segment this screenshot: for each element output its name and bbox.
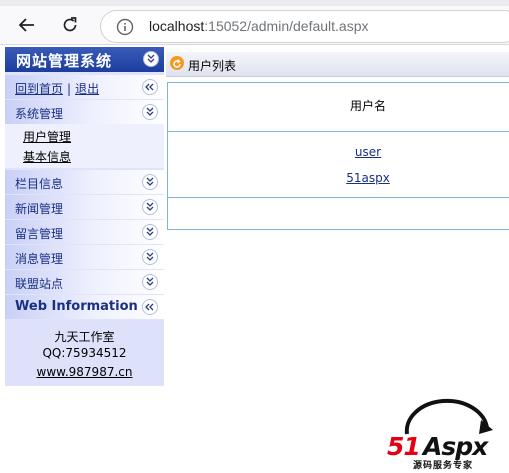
reload-icon — [63, 17, 77, 32]
svg-text:Aspx: Aspx — [421, 432, 489, 461]
back-arrow-icon — [18, 18, 34, 32]
site-info-icon[interactable] — [116, 18, 134, 36]
expand-icon[interactable] — [142, 174, 158, 190]
collapse-up-icon[interactable] — [142, 79, 158, 95]
back-button[interactable] — [14, 12, 40, 38]
web-information-panel: 九天工作室 QQ:75934512 www.987987.cn — [5, 320, 164, 386]
tab-strip-edge — [0, 0, 509, 6]
expand-icon[interactable] — [142, 274, 158, 290]
browser-toolbar: localhost:15052/admin/default.aspx — [0, 0, 509, 45]
submenu-user-management[interactable]: 用户管理 — [23, 128, 71, 145]
section-label: 栏目信息 — [15, 177, 64, 191]
expand-icon[interactable] — [142, 249, 158, 265]
header-divider — [168, 131, 509, 132]
url-text[interactable]: localhost:15052/admin/default.aspx — [149, 18, 369, 34]
sidebar-section-web-information[interactable]: Web Information — [5, 295, 164, 319]
panel-header: 用户列表 — [166, 52, 509, 77]
sidebar-section-system[interactable]: 系统管理 — [5, 100, 164, 124]
logo-tagline: 源码服务专家 — [413, 461, 474, 471]
reload-button[interactable] — [57, 12, 83, 38]
sidebar: 网站管理系统 回到首页 | 退出 系统管理 用户管理 基本信息 栏目信息 新闻管理 … — [5, 47, 164, 386]
url-host: localhost — [149, 18, 205, 34]
table-divider — [168, 197, 509, 198]
sidebar-header: 网站管理系统 — [5, 47, 164, 72]
sidebar-title: 网站管理系统 — [16, 52, 113, 70]
qq-number: QQ:75934512 — [42, 346, 127, 360]
website-link[interactable]: www.987987.cn — [5, 365, 164, 379]
expand-icon[interactable] — [142, 199, 158, 215]
user-link[interactable]: user — [168, 145, 509, 159]
link-separator: | — [67, 82, 72, 96]
sidebar-section-guestbook[interactable]: 留言管理 — [5, 220, 164, 244]
system-submenu: 用户管理 基本信息 — [5, 124, 164, 168]
51aspx-logo: 51 Aspx 源码服务专家 — [385, 398, 509, 471]
section-label: Web Information — [15, 299, 138, 314]
user-link[interactable]: 51aspx — [168, 171, 509, 185]
sidebar-section-affiliates[interactable]: 联盟站点 — [5, 270, 164, 294]
home-link[interactable]: 回到首页 — [15, 82, 63, 96]
expand-icon[interactable] — [142, 104, 158, 120]
sidebar-section-messages[interactable]: 消息管理 — [5, 245, 164, 269]
section-label: 消息管理 — [15, 252, 64, 266]
collapse-all-icon[interactable] — [143, 51, 159, 67]
section-label: 联盟站点 — [15, 277, 64, 291]
column-header-username: 用户名 — [349, 99, 386, 113]
section-label: 留言管理 — [15, 227, 64, 241]
url-path: :15052/admin/default.aspx — [204, 18, 369, 34]
section-label: 系统管理 — [15, 107, 64, 121]
collapse-up-icon[interactable] — [142, 299, 158, 315]
studio-name: 九天工作室 — [54, 330, 115, 344]
home-logout-row: 回到首页 | 退出 — [5, 75, 164, 99]
logout-link[interactable]: 退出 — [75, 82, 99, 96]
user-table: 用户名 user 51aspx — [167, 82, 509, 230]
svg-text:51: 51 — [387, 432, 420, 461]
refresh-orange-icon — [170, 56, 184, 70]
sidebar-section-columns[interactable]: 栏目信息 — [5, 170, 164, 194]
expand-icon[interactable] — [142, 224, 158, 240]
section-label: 新闻管理 — [15, 202, 64, 216]
panel-title: 用户列表 — [188, 59, 237, 73]
address-bar[interactable]: localhost:15052/admin/default.aspx — [100, 10, 509, 43]
sidebar-section-news[interactable]: 新闻管理 — [5, 195, 164, 219]
submenu-basic-info[interactable]: 基本信息 — [23, 148, 71, 165]
